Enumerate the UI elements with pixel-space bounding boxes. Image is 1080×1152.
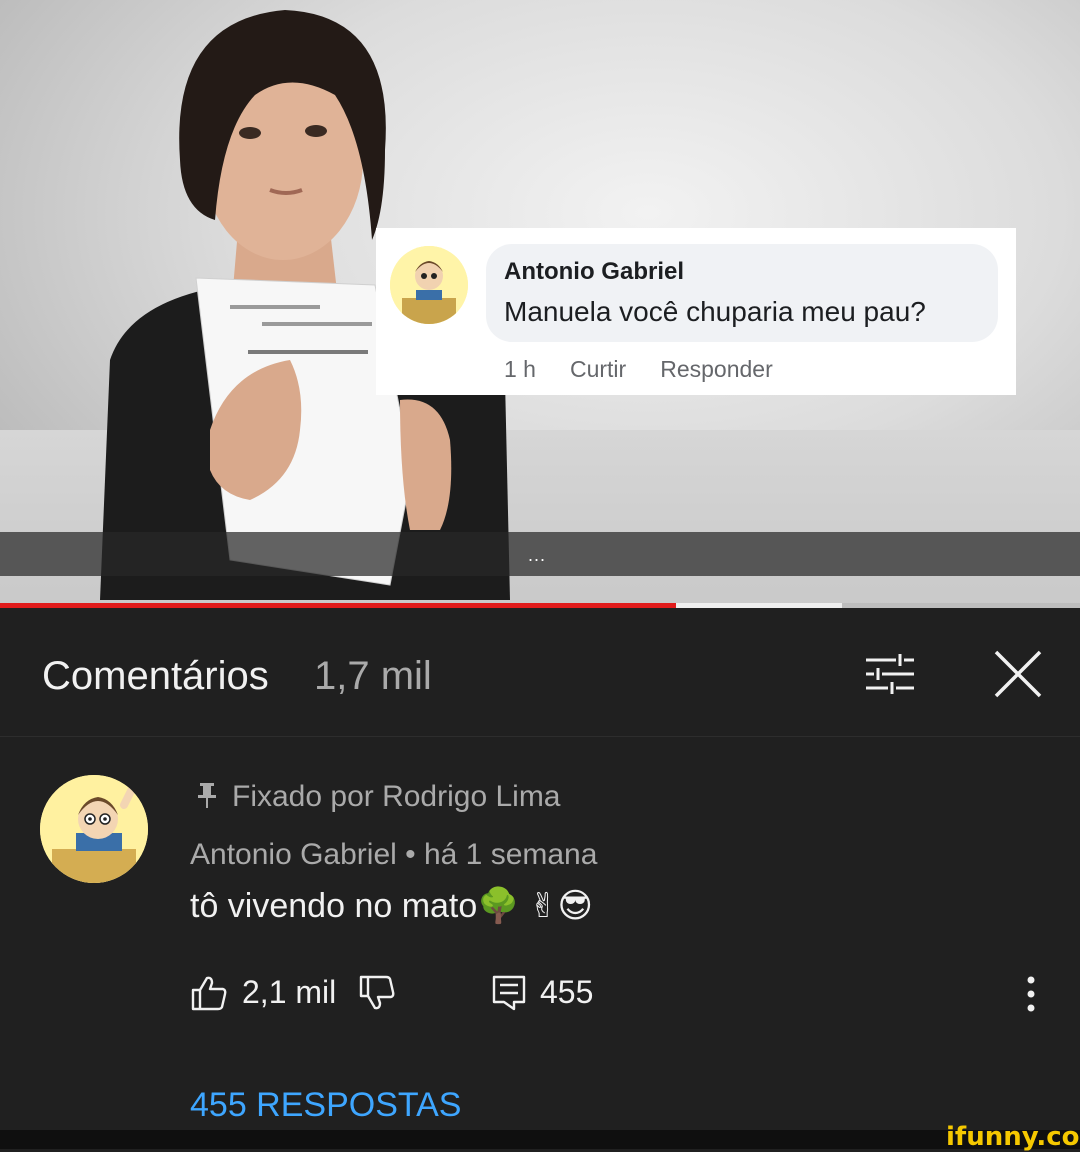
like-count: 2,1 mil	[242, 974, 337, 1010]
like-icon[interactable]	[190, 974, 228, 1012]
avatar-cartoon-icon	[40, 775, 148, 883]
watermark: ifunny.co	[946, 1122, 1080, 1152]
like-link: Curtir	[569, 356, 627, 382]
more-vert-icon[interactable]	[1016, 972, 1046, 1016]
bottom-bar	[0, 1130, 1080, 1149]
comment-text: tô vivendo no mato🌳 ✌😎	[190, 887, 594, 925]
pin-icon	[198, 783, 216, 808]
comment-author-line[interactable]: Antonio Gabriel • há 1 semana	[190, 838, 597, 872]
comment-actions: 2,1 mil 455	[190, 972, 1070, 1016]
close-icon[interactable]	[990, 646, 1046, 702]
reply-icon[interactable]	[490, 974, 528, 1012]
comments-title: Comentários	[42, 654, 269, 698]
avatar-cartoon-icon	[390, 246, 468, 324]
filter-icon[interactable]	[862, 646, 918, 702]
comments-header: Comentários 1,7 mil	[0, 608, 1080, 737]
pinned-text: Fixado por Rodrigo Lima	[232, 780, 561, 813]
view-replies-button[interactable]: 455 RESPOSTAS	[190, 1086, 462, 1125]
more-options-button[interactable]: ...	[528, 546, 546, 564]
avatar	[390, 246, 468, 324]
comment-author: Antonio Gabriel	[504, 258, 684, 285]
reply-count: 455	[540, 974, 594, 1010]
avatar[interactable]	[40, 775, 148, 883]
pinned-label: Fixado por Rodrigo Lima	[196, 780, 561, 814]
comments-count: 1,7 mil	[314, 654, 432, 698]
comment-text: Manuela você chuparia meu pau?	[504, 296, 926, 327]
video-player[interactable]: Antonio Gabriel Manuela você chuparia me…	[0, 0, 1080, 608]
video-comment-card: Antonio Gabriel Manuela você chuparia me…	[376, 228, 1016, 395]
reply-link: Responder	[660, 356, 773, 382]
comment-actions: 1 h Curtir Responder	[504, 356, 773, 383]
dislike-icon[interactable]	[358, 974, 396, 1012]
comment-time: 1 h	[504, 356, 536, 382]
